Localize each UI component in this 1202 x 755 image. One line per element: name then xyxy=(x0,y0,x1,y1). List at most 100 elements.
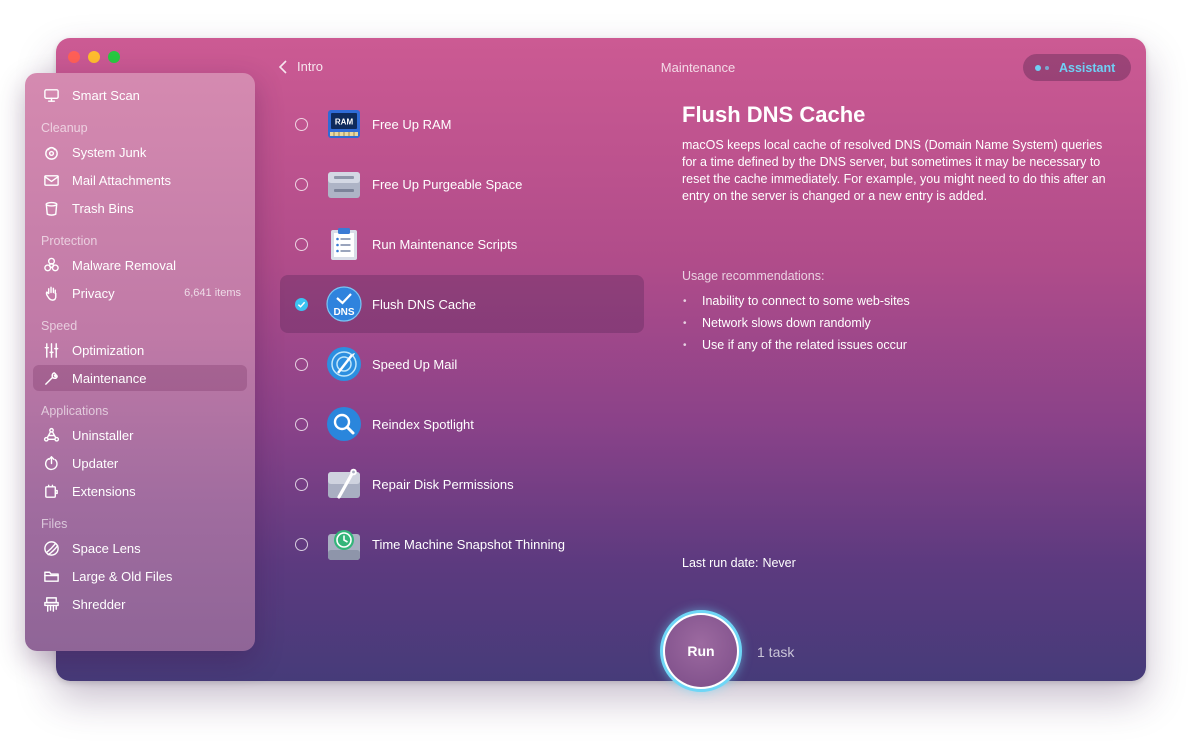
sidebar-item-optimization[interactable]: Optimization xyxy=(33,337,247,363)
spotlight-icon xyxy=(327,407,361,441)
task-checkbox[interactable] xyxy=(295,417,308,431)
sidebar-item-label: System Junk xyxy=(72,144,147,160)
sidebar-item-label: Shredder xyxy=(72,596,126,612)
page-title: Maintenance xyxy=(660,60,736,75)
sidebar-item-space-lens[interactable]: Space Lens xyxy=(33,535,247,561)
task-repair-disk-permissions[interactable]: Repair Disk Permissions xyxy=(280,455,644,513)
sidebar-item-system-junk[interactable]: System Junk xyxy=(33,139,247,165)
minimize-window-button[interactable] xyxy=(88,51,100,63)
task-checkbox[interactable] xyxy=(295,237,308,251)
sidebar-item-label: Mail Attachments xyxy=(72,172,171,188)
run-button[interactable]: Run xyxy=(665,615,737,687)
monitor-icon xyxy=(42,86,60,104)
assistant-button[interactable]: Assistant xyxy=(1023,54,1131,81)
section-heading-speed: Speed xyxy=(41,319,78,333)
disk-icon xyxy=(328,172,360,198)
checkmark-icon xyxy=(297,301,306,308)
sidebar-item-label: Updater xyxy=(72,455,119,471)
hand-icon xyxy=(42,284,60,302)
sidebar-item-trash-bins[interactable]: Trash Bins xyxy=(33,195,247,221)
task-checkbox[interactable] xyxy=(295,177,308,191)
task-checkbox-checked[interactable] xyxy=(295,297,308,311)
task-label: Reindex Spotlight xyxy=(372,416,474,432)
biohazard-icon xyxy=(42,256,60,274)
task-label: Free Up RAM xyxy=(372,116,452,132)
shredder-icon xyxy=(42,595,60,613)
sidebar-item-label: Privacy xyxy=(72,285,115,301)
clipboard-icon xyxy=(331,228,357,260)
last-run-value: Never xyxy=(762,556,796,570)
mail-speed-icon xyxy=(327,347,361,381)
section-heading-applications: Applications xyxy=(41,404,109,418)
task-label: Repair Disk Permissions xyxy=(372,476,514,492)
usage-heading: Usage recommendations: xyxy=(682,269,825,283)
task-checkbox[interactable] xyxy=(295,477,308,491)
task-checkbox[interactable] xyxy=(295,537,308,551)
sidebar-item-label: Trash Bins xyxy=(72,200,134,216)
sidebar: Smart Scan Cleanup System Junk Mail Atta… xyxy=(25,73,255,651)
sidebar-item-label: Large & Old Files xyxy=(72,568,173,584)
trash-icon xyxy=(42,199,60,217)
task-free-up-ram[interactable]: RAM Free Up RAM xyxy=(280,95,644,153)
task-label: Free Up Purgeable Space xyxy=(372,176,523,192)
envelope-icon xyxy=(42,171,60,189)
sidebar-item-malware-removal[interactable]: Malware Removal xyxy=(33,252,247,278)
system-junk-icon xyxy=(42,143,60,161)
disk-wrench-icon xyxy=(328,468,360,499)
task-checkbox[interactable] xyxy=(295,117,308,131)
dns-icon: DNS xyxy=(326,286,362,322)
task-speed-up-mail[interactable]: Speed Up Mail xyxy=(280,335,644,393)
dns-icon-text: DNS xyxy=(333,307,354,318)
extensions-icon xyxy=(42,482,60,500)
task-free-up-purgeable-space[interactable]: Free Up Purgeable Space xyxy=(280,155,644,213)
sidebar-item-label: Space Lens xyxy=(72,540,141,556)
task-checkbox[interactable] xyxy=(295,357,308,371)
sliders-icon xyxy=(42,341,60,359)
zoom-window-button[interactable] xyxy=(108,51,120,63)
last-run-label: Last run date: xyxy=(682,556,759,570)
last-run-date: Last run date: Never xyxy=(682,556,796,570)
task-reindex-spotlight[interactable]: Reindex Spotlight xyxy=(280,395,644,453)
ram-icon: RAM xyxy=(328,110,360,138)
sidebar-item-privacy[interactable]: Privacy 6,641 items xyxy=(33,280,247,306)
detail-title: Flush DNS Cache xyxy=(682,102,866,127)
sidebar-item-label: Optimization xyxy=(72,342,145,358)
task-flush-dns-cache[interactable]: DNS Flush DNS Cache xyxy=(280,275,644,333)
back-button[interactable]: Intro xyxy=(278,59,323,74)
sidebar-item-shredder[interactable]: Shredder xyxy=(33,591,247,617)
chevron-left-icon xyxy=(278,59,287,74)
sidebar-item-label: Malware Removal xyxy=(72,257,177,273)
usage-item: Inability to connect to some web-sites xyxy=(682,294,910,316)
task-count: 1 task xyxy=(757,644,795,660)
sidebar-item-large-old-files[interactable]: Large & Old Files xyxy=(33,563,247,589)
task-label: Run Maintenance Scripts xyxy=(372,236,518,252)
task-run-maintenance-scripts[interactable]: Run Maintenance Scripts xyxy=(280,215,644,273)
task-label: Time Machine Snapshot Thinning xyxy=(372,536,565,552)
sidebar-item-mail-attachments[interactable]: Mail Attachments xyxy=(33,167,247,193)
sidebar-item-maintenance[interactable]: Maintenance xyxy=(33,365,247,391)
privacy-count-badge: 6,641 items xyxy=(184,287,241,299)
sidebar-item-label: Extensions xyxy=(72,483,136,499)
sidebar-item-uninstaller[interactable]: Uninstaller xyxy=(33,422,247,448)
task-time-machine-snapshot-thinning[interactable]: Time Machine Snapshot Thinning xyxy=(280,515,644,573)
section-heading-files: Files xyxy=(41,517,68,531)
section-heading-cleanup: Cleanup xyxy=(41,121,88,135)
usage-list: Inability to connect to some web-sites N… xyxy=(682,294,910,360)
sidebar-item-smart-scan[interactable]: Smart Scan xyxy=(33,82,247,108)
section-heading-protection: Protection xyxy=(41,234,98,248)
wrench-icon xyxy=(42,369,60,387)
assistant-label: Assistant xyxy=(1059,60,1116,75)
back-label: Intro xyxy=(297,59,324,74)
sidebar-item-label: Maintenance xyxy=(72,370,147,386)
folder-icon xyxy=(42,567,60,585)
sidebar-item-label: Smart Scan xyxy=(72,87,140,103)
sidebar-item-label: Uninstaller xyxy=(72,427,134,443)
usage-item: Network slows down randomly xyxy=(682,316,910,338)
close-window-button[interactable] xyxy=(68,51,80,63)
uninstaller-icon xyxy=(42,426,60,444)
usage-item: Use if any of the related issues occur xyxy=(682,338,910,360)
task-label: Speed Up Mail xyxy=(372,356,458,372)
sidebar-item-updater[interactable]: Updater xyxy=(33,450,247,476)
updater-icon xyxy=(42,454,60,472)
sidebar-item-extensions[interactable]: Extensions xyxy=(33,478,247,504)
